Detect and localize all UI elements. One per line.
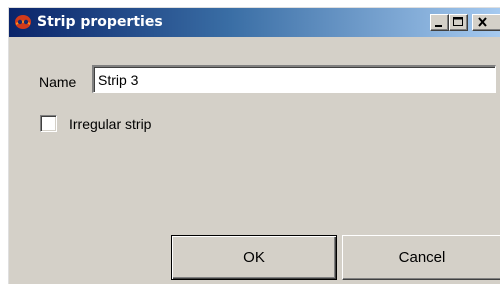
irregular-strip-checkbox[interactable] <box>40 115 57 132</box>
name-label: Name <box>39 74 77 90</box>
maximize-icon <box>453 17 463 26</box>
ok-button[interactable]: OK <box>171 235 337 280</box>
close-button[interactable] <box>472 14 500 31</box>
strip-properties-dialog: Strip properties Name Irregular strip OK… <box>8 7 500 284</box>
maximize-button[interactable] <box>449 14 468 31</box>
cancel-button[interactable]: Cancel <box>342 235 500 280</box>
title-bar[interactable]: Strip properties <box>9 8 500 37</box>
minimize-icon <box>435 25 442 27</box>
minimize-button[interactable] <box>430 14 449 31</box>
name-input[interactable] <box>92 65 496 93</box>
irregular-strip-label[interactable]: Irregular strip <box>69 116 151 132</box>
window-title: Strip properties <box>37 14 163 30</box>
app-logo-icon <box>14 14 32 30</box>
close-icon <box>478 17 487 27</box>
